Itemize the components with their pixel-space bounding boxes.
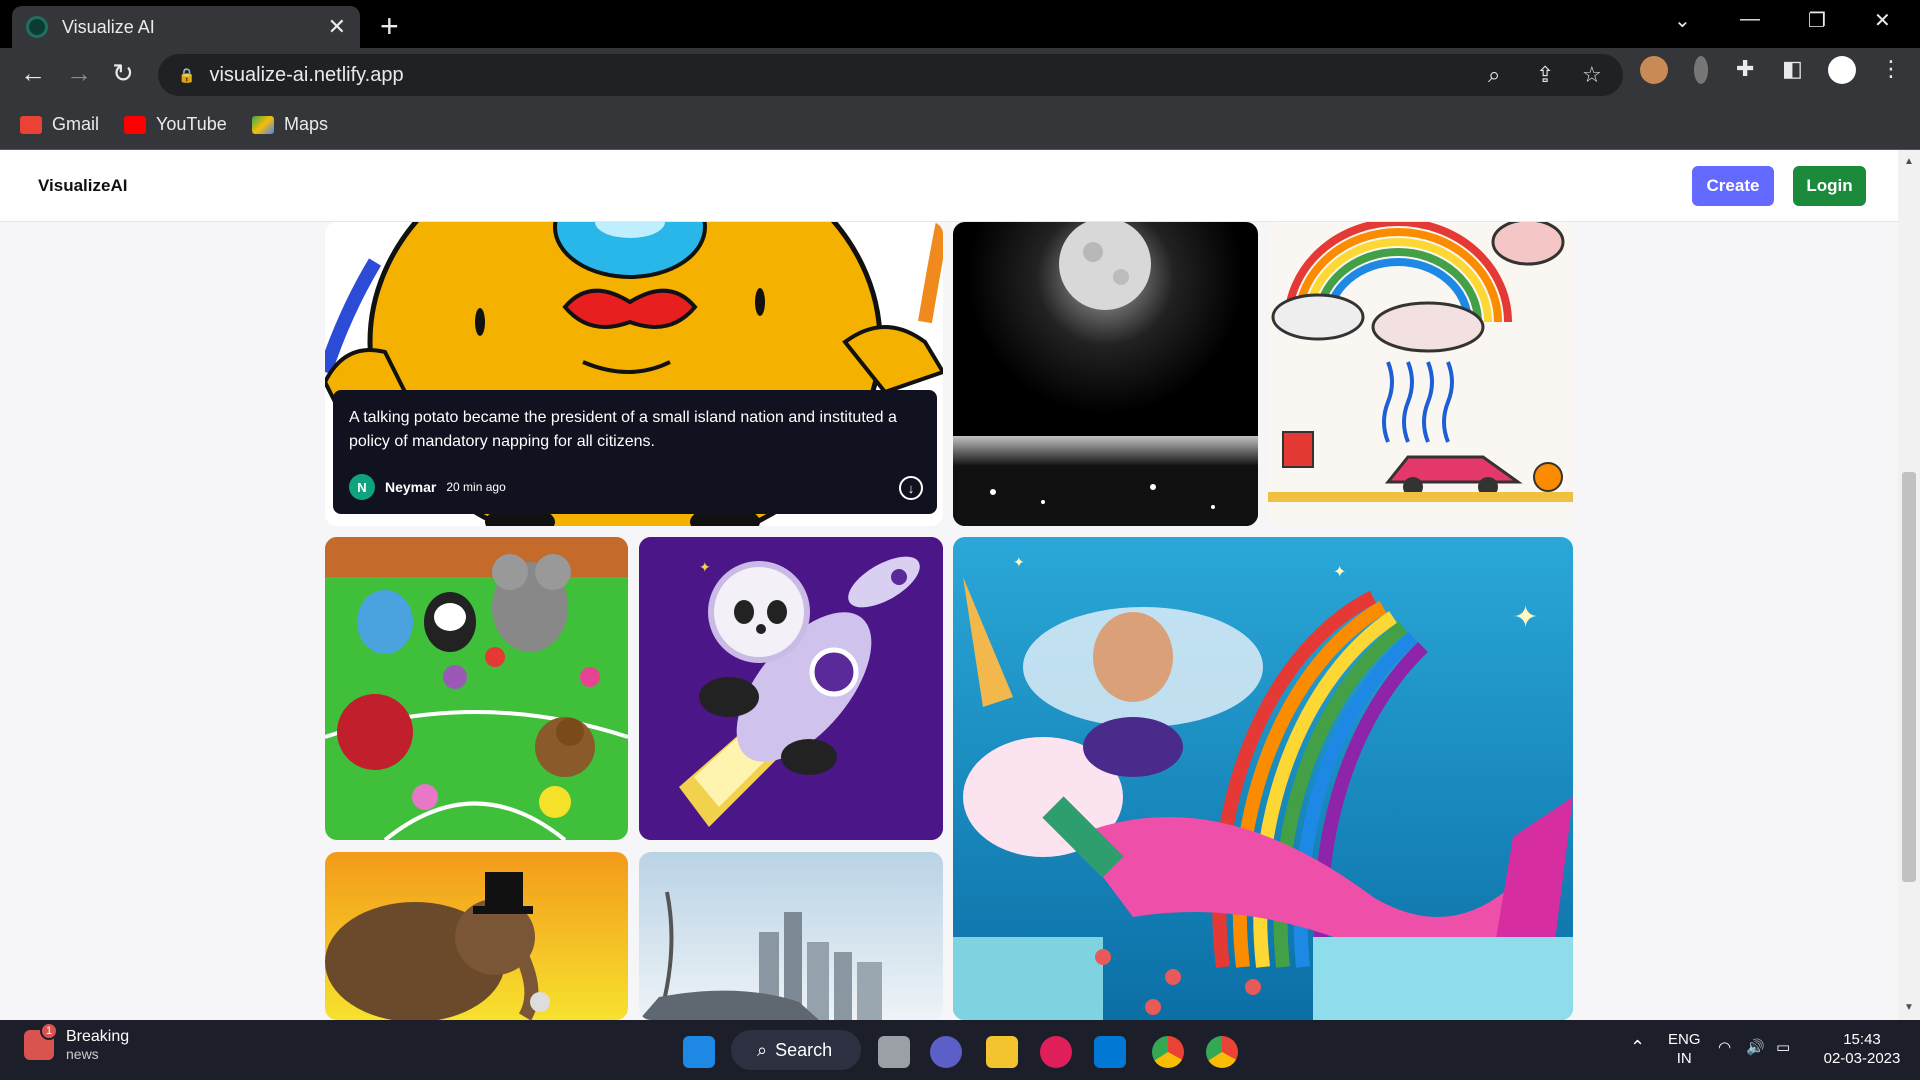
image-prompt: A talking potato became the president of… bbox=[349, 409, 897, 450]
tab-search-icon[interactable]: ⌄ bbox=[1674, 8, 1691, 33]
scroll-up-icon[interactable]: ▲ bbox=[1904, 156, 1914, 167]
side-panel-icon[interactable]: ◧ bbox=[1782, 56, 1803, 82]
wifi-icon[interactable]: ◠ bbox=[1718, 1038, 1731, 1057]
elephant-top-hat-image bbox=[325, 852, 628, 1020]
svg-text:✦: ✦ bbox=[1333, 564, 1346, 581]
city-skyline-image bbox=[639, 852, 943, 1020]
browser-toolbar: ← → ↻ 🔒 visualize-ai.netlify.app ⌕ ⇪ ☆ bbox=[0, 48, 1920, 104]
zoom-icon[interactable]: ⌕ bbox=[1488, 62, 1500, 88]
search-label: Search bbox=[775, 1039, 833, 1060]
battery-icon[interactable]: ▭ bbox=[1776, 1038, 1790, 1057]
mermaid-unicorn-image: ✦ ✦ ✦ bbox=[953, 537, 1573, 1020]
minimize-icon[interactable]: — bbox=[1740, 8, 1760, 31]
clock-time: 15:43 bbox=[1843, 1031, 1881, 1048]
image-card-animals[interactable] bbox=[325, 537, 628, 840]
restore-icon[interactable]: ❐ bbox=[1808, 8, 1826, 33]
gmail-icon bbox=[20, 115, 42, 134]
create-button[interactable]: Create bbox=[1692, 166, 1774, 206]
search-icon: ⌕ bbox=[757, 1039, 768, 1060]
tab-bar: Visualize AI ✕ + ⌄ — ❐ ✕ bbox=[0, 0, 1920, 48]
bookmarks-bar: Gmail YouTube Maps bbox=[0, 104, 1920, 150]
browser-chrome: Visualize AI ✕ + ⌄ — ❐ ✕ ← → ↻ 🔒 visuali… bbox=[0, 0, 1920, 150]
extensions-puzzle-icon[interactable]: ✚ bbox=[1736, 56, 1754, 82]
login-button[interactable]: Login bbox=[1793, 166, 1866, 206]
vscode-icon[interactable] bbox=[1094, 1036, 1126, 1068]
reload-icon[interactable]: ↻ bbox=[112, 58, 134, 89]
close-tab-icon[interactable]: ✕ bbox=[328, 14, 346, 40]
slack-icon[interactable] bbox=[1040, 1036, 1072, 1068]
url-text: visualize-ai.netlify.app bbox=[209, 63, 404, 86]
image-card-moon[interactable] bbox=[953, 222, 1258, 526]
extension-icon[interactable] bbox=[1694, 56, 1708, 84]
rainbow-drawing-image bbox=[1268, 222, 1573, 502]
author-meta: N Neymar 20 min ago bbox=[349, 474, 506, 500]
post-time: 20 min ago bbox=[446, 480, 506, 494]
bookmark-label: YouTube bbox=[156, 114, 227, 134]
profile-avatar-icon[interactable] bbox=[1828, 56, 1856, 84]
windows-taskbar: 1 Breaking news ⌕ Search ⌃ ENG IN ◠ 🔊 ▭ … bbox=[0, 1020, 1920, 1080]
lang-top: ENG bbox=[1668, 1031, 1701, 1048]
bookmark-gmail[interactable]: Gmail bbox=[20, 114, 99, 135]
teams-chat-icon[interactable] bbox=[930, 1036, 962, 1068]
site-favicon-icon bbox=[26, 16, 48, 38]
chrome-active-icon[interactable] bbox=[1206, 1036, 1238, 1068]
taskbar-search[interactable]: ⌕ Search bbox=[731, 1030, 861, 1070]
image-card-elephant[interactable] bbox=[325, 852, 628, 1020]
bookmark-maps[interactable]: Maps bbox=[252, 114, 328, 135]
clock-date: 02-03-2023 bbox=[1823, 1050, 1901, 1067]
news-subtitle: news bbox=[66, 1046, 99, 1062]
page-scrollbar[interactable]: ▲ ▼ bbox=[1898, 150, 1920, 1020]
clock[interactable]: 15:43 02-03-2023 bbox=[1814, 1030, 1910, 1068]
windows-start-icon[interactable] bbox=[683, 1036, 715, 1068]
prompt-overlay: A talking potato became the president of… bbox=[333, 390, 937, 514]
chrome-icon[interactable] bbox=[1152, 1036, 1184, 1068]
animals-soccer-image bbox=[325, 537, 628, 840]
site-header: VisualizeAI Create Login bbox=[0, 150, 1898, 222]
volume-icon[interactable]: 🔊 bbox=[1746, 1038, 1765, 1057]
bookmark-youtube[interactable]: YouTube bbox=[124, 114, 227, 135]
svg-text:✦: ✦ bbox=[1513, 601, 1538, 634]
share-icon[interactable]: ⇪ bbox=[1536, 62, 1554, 88]
image-card-city[interactable] bbox=[639, 852, 943, 1020]
site-logo[interactable]: VisualizeAI bbox=[38, 176, 127, 196]
image-card-mermaid[interactable]: ✦ ✦ ✦ bbox=[953, 537, 1573, 1020]
lock-icon: 🔒 bbox=[178, 66, 196, 83]
language-indicator[interactable]: ENG IN bbox=[1668, 1030, 1701, 1068]
file-explorer-icon[interactable] bbox=[986, 1036, 1018, 1068]
news-icon: 1 bbox=[24, 1022, 58, 1060]
image-card-astronaut[interactable]: ✦ bbox=[639, 537, 943, 840]
author-name: Neymar bbox=[385, 479, 437, 495]
panda-astronaut-image: ✦ bbox=[639, 537, 943, 840]
extension-avatar-icon[interactable] bbox=[1640, 56, 1668, 84]
author-avatar: N bbox=[349, 474, 375, 500]
address-bar[interactable]: 🔒 visualize-ai.netlify.app ⌕ ⇪ ☆ bbox=[158, 54, 1623, 96]
moon-image bbox=[953, 222, 1258, 526]
scroll-down-icon[interactable]: ▼ bbox=[1904, 1002, 1914, 1013]
news-title: Breaking bbox=[66, 1028, 130, 1045]
lang-bottom: IN bbox=[1676, 1050, 1692, 1067]
new-tab-button[interactable]: + bbox=[380, 8, 399, 45]
web-page: A talking potato became the president of… bbox=[0, 150, 1898, 1020]
back-icon[interactable]: ← bbox=[20, 58, 46, 89]
scrollbar-thumb[interactable] bbox=[1902, 472, 1916, 882]
svg-text:✦: ✦ bbox=[1013, 554, 1025, 570]
youtube-icon bbox=[124, 115, 146, 134]
browser-tab[interactable]: Visualize AI ✕ bbox=[12, 6, 360, 48]
svg-text:✦: ✦ bbox=[699, 559, 711, 575]
bookmark-label: Gmail bbox=[52, 114, 100, 134]
close-window-icon[interactable]: ✕ bbox=[1874, 8, 1891, 33]
maps-icon bbox=[252, 115, 274, 134]
bookmark-star-icon[interactable]: ☆ bbox=[1582, 62, 1602, 88]
news-badge: 1 bbox=[40, 1022, 58, 1040]
download-icon[interactable]: ↓ bbox=[899, 476, 923, 500]
menu-kebab-icon[interactable]: ⋮ bbox=[1880, 56, 1902, 82]
task-view-icon[interactable] bbox=[878, 1036, 910, 1068]
forward-icon[interactable]: → bbox=[66, 58, 92, 89]
image-card-potato[interactable]: A talking potato became the president of… bbox=[325, 222, 943, 526]
tab-title: Visualize AI bbox=[62, 16, 155, 37]
show-hidden-icons-icon[interactable]: ⌃ bbox=[1630, 1038, 1645, 1057]
image-card-rainbow-drawing[interactable] bbox=[1268, 222, 1573, 526]
bookmark-label: Maps bbox=[284, 114, 329, 134]
news-widget[interactable]: 1 Breaking news bbox=[24, 1022, 130, 1062]
